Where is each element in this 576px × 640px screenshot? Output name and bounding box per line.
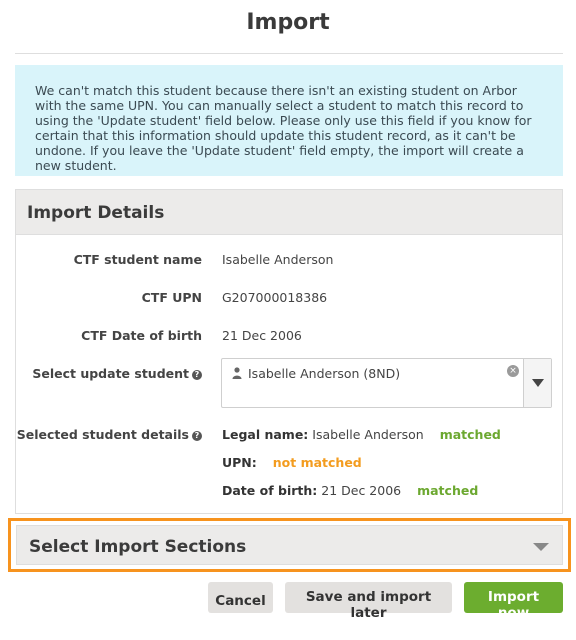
expand-arrow-icon[interactable] [533, 543, 549, 551]
update-student-label: Select update student? [16, 366, 202, 381]
import-now-button[interactable]: Import now [464, 582, 563, 621]
chevron-down-icon [532, 379, 544, 387]
ctf-name-value: Isabelle Anderson [222, 252, 334, 267]
dob-label: Date of birth: [222, 483, 318, 498]
ctf-upn-value: G207000018386 [222, 290, 328, 305]
selected-student: Isabelle Anderson (8ND) [232, 366, 400, 381]
dob-value: 21 Dec 2006 [321, 483, 402, 498]
ctf-dob-label: CTF Date of birth [81, 328, 202, 343]
import-sections-header[interactable]: Select Import Sections [16, 525, 563, 565]
info-message: We can't match this student because ther… [15, 65, 563, 176]
title-divider [15, 53, 563, 54]
upn-label: UPN: [222, 455, 257, 470]
update-student-label-text: Select update student [32, 366, 189, 381]
cancel-button[interactable]: Cancel [208, 582, 273, 613]
save-and-import-later-button[interactable]: Save and import later [285, 582, 452, 621]
import-sections-panel[interactable]: Select Import Sections [8, 518, 571, 572]
legal-name-value: Isabelle Anderson [312, 427, 424, 442]
import-details-heading: Import Details [16, 190, 562, 235]
ctf-name-label: CTF student name [73, 252, 202, 267]
ctf-upn-label: CTF UPN [141, 290, 202, 305]
import-details-panel: Import Details CTF student name Isabelle… [15, 189, 563, 514]
clear-selection-icon[interactable]: × [507, 365, 519, 377]
legal-name-status-badge: matched [439, 427, 501, 442]
help-icon[interactable]: ? [192, 431, 202, 441]
update-student-select[interactable]: Isabelle Anderson (8ND) × [221, 358, 552, 408]
selected-details-label: Selected student details? [16, 427, 202, 442]
dropdown-toggle[interactable] [523, 359, 551, 407]
ctf-dob-value: 21 Dec 2006 [222, 328, 302, 343]
selected-details-label-text: Selected student details [16, 427, 189, 442]
dialog-title: Import [246, 10, 330, 35]
help-icon[interactable]: ? [192, 370, 202, 380]
dob-line: Date of birth: 21 Dec 2006 matched [222, 483, 478, 498]
person-icon [232, 367, 242, 379]
selected-student-name: Isabelle Anderson (8ND) [248, 366, 401, 381]
dob-status-badge: matched [417, 483, 479, 498]
import-sections-heading: Select Import Sections [29, 537, 247, 557]
upn-status-badge: not matched [272, 455, 362, 470]
legal-name-line: Legal name: Isabelle Anderson matched [222, 427, 501, 442]
legal-name-label: Legal name: [222, 427, 309, 442]
upn-line: UPN: not matched [222, 455, 362, 470]
